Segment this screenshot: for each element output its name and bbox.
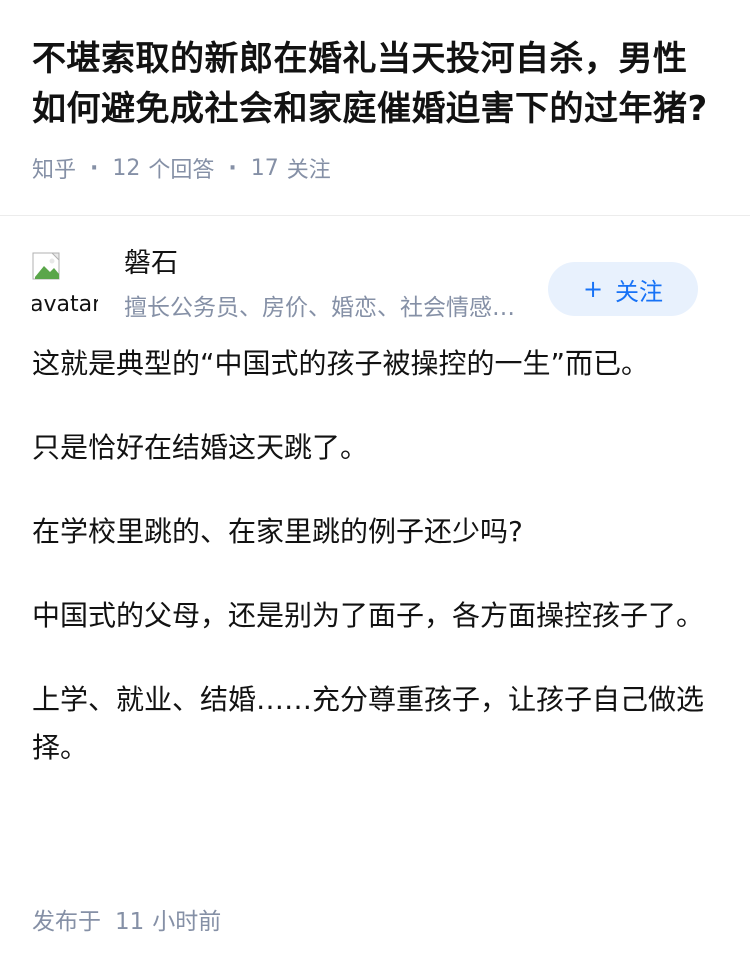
publish-time-num: 11 xyxy=(115,909,145,935)
author-info: 磐石 擅长公务员、房价、婚恋、社会情感、心理学 xyxy=(124,248,534,322)
author-description: 擅长公务员、房价、婚恋、社会情感、心理学 xyxy=(124,295,534,321)
follow-button[interactable]: + 关注 xyxy=(548,262,698,316)
answer-paragraph: 中国式的父母，还是别为了面子，各方面操控孩子了。 xyxy=(32,599,705,632)
answer-paragraph: 在学校里跳的、在家里跳的例子还少吗? xyxy=(32,515,523,548)
answer-count: 12 xyxy=(112,155,141,181)
question-header: 不堪索取的新郎在婚礼当天投河自杀，男性如何避免成社会和家庭催婚迫害下的过年猪? … xyxy=(0,0,750,216)
question-title[interactable]: 不堪索取的新郎在婚礼当天投河自杀，男性如何避免成社会和家庭催婚迫害下的过年猪? xyxy=(32,34,718,134)
broken-image-icon xyxy=(32,252,60,280)
plus-icon: + xyxy=(582,275,604,303)
answer-count-label[interactable]: 个回答 xyxy=(148,152,214,184)
answer-paragraph: 只是恰好在结婚这天跳了。 xyxy=(32,431,369,464)
publish-time-unit: 小时前 xyxy=(152,909,222,935)
publish-prefix: 发布于 xyxy=(32,909,101,935)
avatar[interactable]: avatar xyxy=(32,252,98,318)
meta-separator: · xyxy=(90,155,99,181)
follow-button-label: 关注 xyxy=(615,277,664,306)
follow-count-label[interactable]: 关注 xyxy=(287,152,331,184)
author-name[interactable]: 磐石 xyxy=(124,248,534,280)
meta-separator: · xyxy=(228,155,237,181)
avatar-alt-text: avatar xyxy=(32,292,98,317)
answer-card: avatar 磐石 擅长公务员、房价、婚恋、社会情感、心理学 + 关注 这就是典… xyxy=(0,216,750,772)
answer-paragraph: 这就是典型的“中国式的孩子被操控的一生”而已。 xyxy=(32,347,650,380)
answer-paragraph: 上学、就业、结婚……充分尊重孩子，让孩子自己做选择。 xyxy=(32,683,705,764)
publish-time: 发布于 11 小时前 xyxy=(32,902,221,936)
answer-content: 这就是典型的“中国式的孩子被操控的一生”而已。 只是恰好在结婚这天跳了。 在学校… xyxy=(32,340,718,772)
question-meta: 知乎 · 12 个回答 · 17 关注 xyxy=(32,152,718,184)
follow-count: 17 xyxy=(250,155,279,181)
source-label[interactable]: 知乎 xyxy=(32,152,76,184)
author-row: avatar 磐石 擅长公务员、房价、婚恋、社会情感、心理学 + 关注 xyxy=(32,248,718,328)
